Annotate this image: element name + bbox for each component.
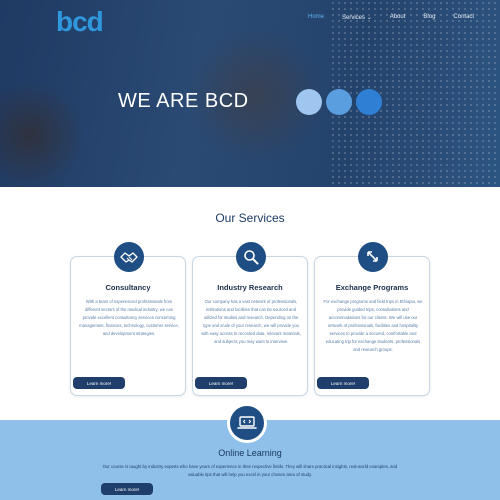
magnifier-icon bbox=[236, 242, 266, 272]
learn-more-button[interactable]: Learn more! bbox=[101, 483, 153, 495]
service-card-exchange-programs: Exchange Programs For exchange programs … bbox=[314, 242, 430, 396]
nav-item-blog[interactable]: Blog bbox=[423, 14, 435, 21]
hero-title: WE ARE BCD bbox=[118, 90, 249, 112]
card-description: With a team of experienced professionals… bbox=[79, 299, 179, 336]
brand-logo[interactable]: bcd bbox=[56, 6, 104, 38]
nav-item-contact[interactable]: Contact bbox=[453, 14, 474, 21]
hero-circle-light bbox=[296, 89, 322, 115]
card-title: Exchange Programs bbox=[335, 283, 409, 292]
nav-item-home[interactable]: Home bbox=[308, 14, 324, 21]
handshake-icon bbox=[114, 242, 144, 272]
service-card-industry-research: Industry Research Our company has a vast… bbox=[192, 242, 308, 396]
card-title: Industry Research bbox=[217, 283, 283, 292]
exchange-arrows-icon bbox=[358, 242, 388, 272]
main-nav: Home Services ⌄ About Blog Contact bbox=[308, 14, 492, 21]
online-learning-description: Our course is taught by industry experts… bbox=[102, 464, 398, 477]
learn-more-button[interactable]: Learn more! bbox=[317, 377, 369, 389]
learn-more-button[interactable]: Learn more! bbox=[73, 377, 125, 389]
hero-circle-medium bbox=[326, 89, 352, 115]
nav-item-services[interactable]: Services ⌄ bbox=[342, 14, 372, 21]
laptop-code-icon bbox=[227, 403, 267, 443]
card-title: Consultancy bbox=[105, 283, 151, 292]
services-heading: Our Services bbox=[215, 211, 285, 225]
service-card-consultancy: Consultancy With a team of experienced p… bbox=[70, 242, 186, 396]
online-learning-title: Online Learning bbox=[218, 448, 282, 458]
card-description: For exchange programs and field trips in… bbox=[323, 299, 423, 352]
hero-section: bcd Home Services ⌄ About Blog Contact W… bbox=[0, 0, 500, 187]
hero-circle-dark bbox=[356, 89, 382, 115]
card-description: Our company has a vast network of profes… bbox=[201, 299, 301, 344]
nav-item-about[interactable]: About bbox=[390, 14, 406, 21]
hero-dot-pattern bbox=[330, 0, 500, 187]
learn-more-button[interactable]: Learn more! bbox=[195, 377, 247, 389]
